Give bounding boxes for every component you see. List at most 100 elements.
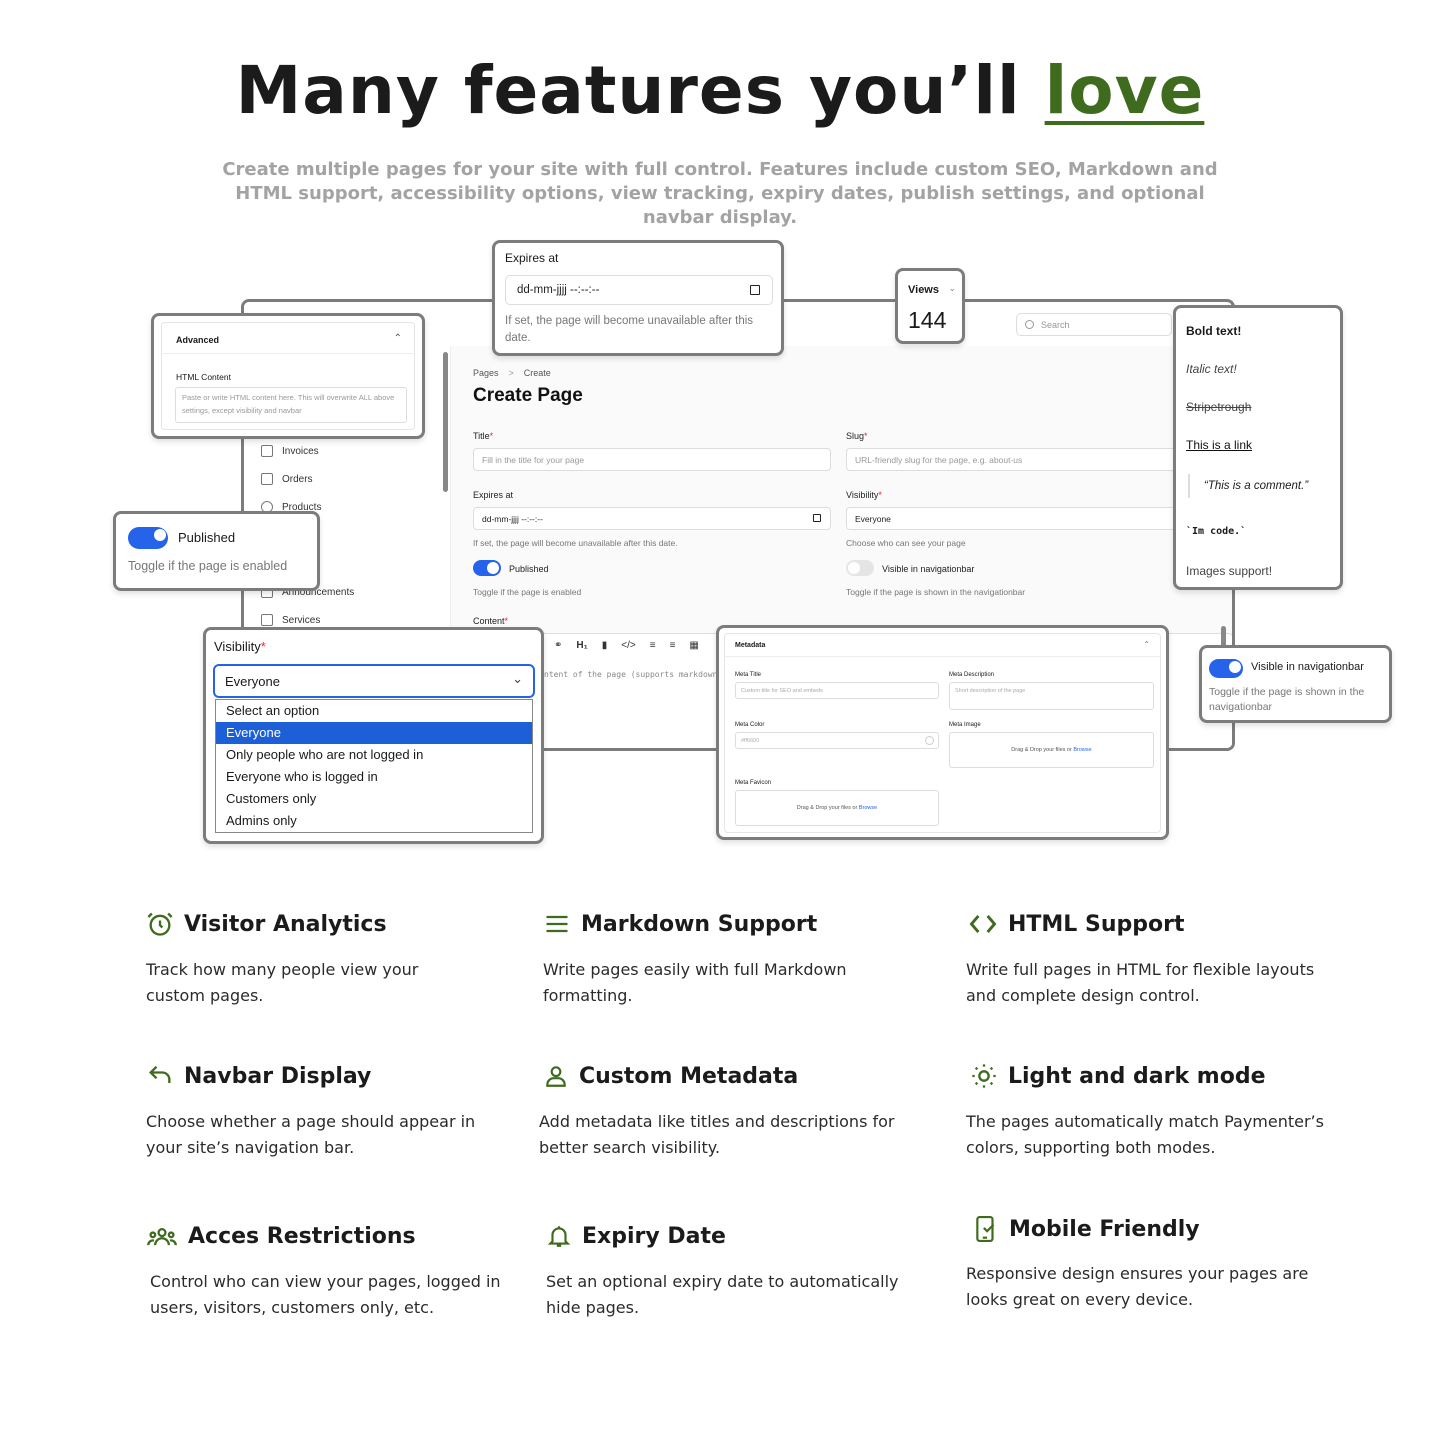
visibility-card-select[interactable]: Everyone ⌄ xyxy=(213,664,535,698)
meta-description-label: Meta Description xyxy=(949,672,995,678)
visibility-card: Visibility* Everyone ⌄ Select an option E… xyxy=(203,627,544,844)
bold-text: Bold text! xyxy=(1186,324,1242,338)
meta-title-label: Meta Title xyxy=(735,672,762,678)
expires-hint: If set, the page will become unavailable… xyxy=(473,538,678,548)
feature-title-expiry: Expiry Date xyxy=(546,1222,726,1250)
expires-card-input[interactable]: dd-mm-jjjj --:--:-- xyxy=(505,275,773,305)
divider xyxy=(725,656,1160,657)
meta-favicon-dropzone[interactable]: Drag & Drop your files or Browse xyxy=(735,790,939,826)
sun-icon xyxy=(972,1064,996,1088)
link-text[interactable]: This is a link xyxy=(1186,438,1252,452)
expires-input[interactable]: dd-mm-jjjj --:--:-- xyxy=(473,507,831,530)
views-label: Views xyxy=(908,284,939,296)
table-icon[interactable]: ▦ xyxy=(689,640,698,651)
sidebar-item-services[interactable]: Services xyxy=(261,614,320,626)
navbar-card-label: Visible in navigationbar xyxy=(1251,661,1364,673)
menu-lines-icon xyxy=(546,915,568,933)
content-placeholder: ntent of the page (supports markdown xyxy=(544,670,718,679)
feature-desc-visitor-analytics: Track how many people view your custom p… xyxy=(146,960,419,1005)
feature-desc-html: Write full pages in HTML for flexible la… xyxy=(966,960,1315,1005)
html-content-textarea[interactable]: Paste or write HTML content here. This w… xyxy=(175,387,407,423)
expires-card-label: Expires at xyxy=(505,251,559,265)
meta-image-label: Meta Image xyxy=(949,722,981,728)
code-icon[interactable]: </> xyxy=(621,640,635,651)
visibility-select[interactable]: Everyone xyxy=(846,507,1186,530)
option-customers[interactable]: Customers only xyxy=(216,788,532,810)
italic-text: Italic text! xyxy=(1186,362,1237,376)
navbar-hint: Toggle if the page is shown in the navig… xyxy=(846,587,1026,597)
navbar-label: Visible in navigationbar xyxy=(882,564,975,574)
published-hint: Toggle if the page is enabled xyxy=(473,587,582,597)
published-card-toggle[interactable] xyxy=(128,527,168,549)
metadata-title: Metadata xyxy=(735,642,766,649)
navbar-card: Visible in navigationbar Toggle if the p… xyxy=(1199,645,1392,723)
metadata-section: Metadata ⌃ Meta Title Custom title for S… xyxy=(724,633,1161,833)
advanced-card: Advanced ⌃ HTML Content Paste or write H… xyxy=(151,313,425,439)
feature-title-theme: Light and dark mode xyxy=(970,1062,1266,1090)
navbar-toggle[interactable] xyxy=(846,560,874,576)
navbar-card-toggle[interactable] xyxy=(1209,659,1243,678)
advanced-section: Advanced ⌃ HTML Content Paste or write H… xyxy=(161,322,415,430)
navbar-card-hint: Toggle if the page is shown in the navig… xyxy=(1209,686,1365,713)
feature-title-metadata: Custom Metadata xyxy=(543,1062,798,1090)
hero-subtitle: Create multiple pages for your site with… xyxy=(222,159,1218,228)
visibility-card-label: Visibility* xyxy=(214,639,266,654)
published-label: Published xyxy=(509,564,549,574)
images-text: Images support! xyxy=(1186,564,1273,578)
feature-desc-expiry: Set an optional expiry date to automatic… xyxy=(546,1272,899,1317)
slug-label: Slug* xyxy=(846,431,868,441)
page-title: Create Page xyxy=(473,385,583,406)
link-icon[interactable]: ⚭ xyxy=(554,640,562,651)
bullet-list-icon[interactable]: ≡ xyxy=(650,640,656,651)
feature-title-markdown: Markdown Support xyxy=(543,910,817,938)
hero-title: Many features you’ll love xyxy=(235,52,1205,129)
comment-icon[interactable]: ▮ xyxy=(602,640,608,651)
chevron-up-icon[interactable]: ⌃ xyxy=(1143,640,1150,649)
bell-icon xyxy=(547,1226,571,1247)
alarm-clock-icon xyxy=(147,912,173,936)
option-select[interactable]: Select an option xyxy=(216,700,532,722)
user-icon xyxy=(546,1066,566,1087)
search-input[interactable]: Search xyxy=(1016,313,1172,336)
feature-title-mobile: Mobile Friendly xyxy=(973,1214,1200,1244)
breadcrumb-create: Create xyxy=(523,368,551,378)
published-toggle[interactable] xyxy=(473,560,501,576)
color-swatch-icon[interactable] xyxy=(925,736,934,745)
meta-image-dropzone[interactable]: Drag & Drop your files or Browse xyxy=(949,732,1154,768)
browse-link[interactable]: Browse xyxy=(859,805,877,811)
numbered-list-icon[interactable]: ≡ xyxy=(670,640,676,651)
chevron-down-icon[interactable]: ⌄ xyxy=(948,283,956,294)
option-admins[interactable]: Admins only xyxy=(216,810,532,832)
heading-icon[interactable]: H₁ xyxy=(576,640,587,651)
visibility-dropdown: Select an option Everyone Only people wh… xyxy=(215,699,533,833)
visibility-hint: Choose who can see your page xyxy=(846,538,966,548)
browse-link[interactable]: Browse xyxy=(1073,747,1091,753)
visibility-label: Visibility* xyxy=(846,490,882,500)
title-input[interactable]: Fill in the title for your page xyxy=(473,448,831,471)
option-everyone[interactable]: Everyone xyxy=(216,722,532,744)
sidebar-item-invoices[interactable]: Invoices xyxy=(261,445,319,457)
option-not-logged-in[interactable]: Only people who are not logged in xyxy=(216,744,532,766)
calendar-icon xyxy=(813,514,821,522)
code-brackets-icon xyxy=(969,914,997,934)
meta-favicon-label: Meta Favicon xyxy=(735,780,772,786)
slug-input[interactable]: URL-friendly slug for the page, e.g. abo… xyxy=(846,448,1186,471)
feature-title-visitor-analytics: Visitor Analytics xyxy=(146,910,387,938)
meta-description-textarea[interactable]: Short description of the page xyxy=(949,682,1154,710)
sidebar-scrollbar[interactable] xyxy=(443,352,448,492)
markdown-preview-card: Bold text! Italic text! Stripetrough Thi… xyxy=(1173,305,1343,590)
breadcrumb-pages[interactable]: Pages xyxy=(473,368,499,378)
meta-color-input[interactable]: #ff6600 xyxy=(735,732,939,749)
feature-desc-access: Control who can view your pages, logged … xyxy=(150,1272,501,1317)
services-icon xyxy=(261,614,273,626)
chevron-down-icon: ⌄ xyxy=(512,671,523,686)
sidebar-item-orders[interactable]: Orders xyxy=(261,473,313,485)
option-logged-in[interactable]: Everyone who is logged in xyxy=(216,766,532,788)
meta-title-input[interactable]: Custom title for SEO and embeds xyxy=(735,682,939,699)
users-group-icon xyxy=(147,1227,177,1246)
feature-desc-mobile: Responsive design ensures your pages are… xyxy=(966,1264,1309,1309)
orders-icon xyxy=(261,473,273,485)
published-card-label: Published xyxy=(178,530,236,545)
chevron-up-icon[interactable]: ⌃ xyxy=(394,333,402,344)
expires-card: Expires at dd-mm-jjjj --:--:-- If set, t… xyxy=(492,240,784,356)
